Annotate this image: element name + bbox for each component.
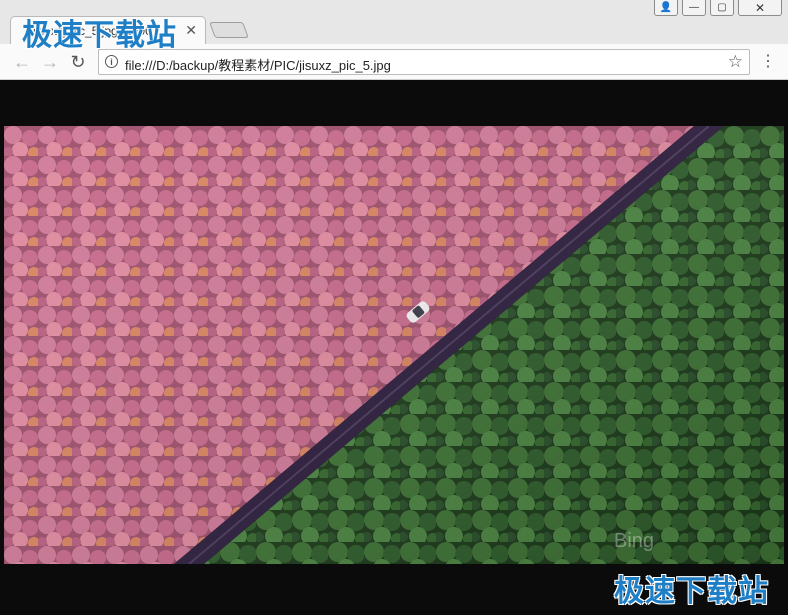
url-text[interactable]: file:///D:/backup/教程素材/PIC/jisuxz_pic_5.… <box>125 55 391 74</box>
new-tab-button[interactable] <box>209 22 249 38</box>
address-bar[interactable]: i file:///D:/backup/教程素材/PIC/jisuxz_pic_… <box>98 49 750 75</box>
reload-button[interactable]: ↻ <box>68 52 88 72</box>
back-button[interactable]: ← <box>12 52 32 72</box>
forward-button[interactable]: → <box>40 52 60 72</box>
site-watermark-top-left: 极速下载站 <box>22 19 177 52</box>
bookmark-star-icon[interactable]: ☆ <box>728 52 743 72</box>
site-info-icon[interactable]: i <box>105 55 118 68</box>
photo-illustration <box>4 126 784 564</box>
browser-menu-button[interactable]: ⋮ <box>760 52 776 72</box>
window-controls: 👤 — ▢ ✕ <box>654 0 782 18</box>
minimize-button[interactable]: — <box>682 0 706 16</box>
close-window-button[interactable]: ✕ <box>738 0 782 16</box>
tab-close-icon[interactable]: ✕ <box>185 22 197 39</box>
page-content <box>4 80 784 613</box>
bing-watermark: Bing <box>614 530 655 552</box>
maximize-button[interactable]: ▢ <box>710 0 734 16</box>
user-icon[interactable]: 👤 <box>654 0 678 16</box>
aerial-forest-photo <box>4 126 784 564</box>
site-watermark-bottom-right: 极速下载站 <box>614 575 769 608</box>
